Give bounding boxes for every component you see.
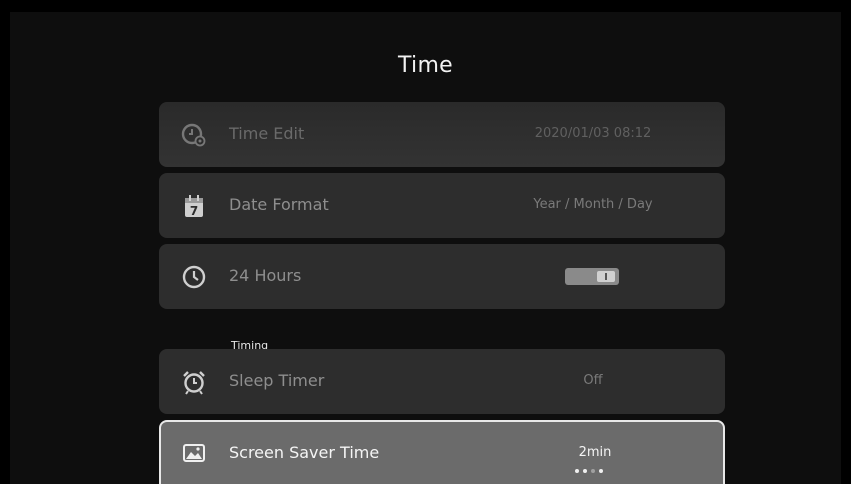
page-dot: [599, 469, 603, 473]
settings-panel: Time Time Edit 2020/01/03 08:12 7 Date F…: [10, 12, 841, 484]
time-edit-label: Time Edit: [229, 124, 305, 143]
screen-saver-time-label: Screen Saver Time: [229, 443, 380, 462]
screen: Time Time Edit 2020/01/03 08:12 7 Date F…: [0, 0, 851, 484]
24-hours-toggle[interactable]: [565, 268, 619, 285]
toggle-knob: [597, 271, 615, 282]
date-format-row[interactable]: 7 Date Format Year / Month / Day: [159, 173, 725, 238]
screen-saver-time-value: 2min: [578, 445, 612, 460]
alarm-clock-icon: [181, 369, 207, 395]
time-edit-value: 2020/01/03 08:12: [534, 126, 652, 141]
page-title: Time: [397, 53, 454, 78]
date-format-label: Date Format: [229, 195, 329, 214]
24-hours-row[interactable]: 24 Hours: [159, 244, 725, 309]
date-format-value: Year / Month / Day: [533, 197, 653, 212]
clock-icon: [181, 264, 207, 290]
time-edit-row: Time Edit 2020/01/03 08:12: [159, 102, 725, 167]
24-hours-label: 24 Hours: [229, 266, 302, 285]
picture-icon: [181, 440, 207, 466]
page-dot: [575, 469, 579, 473]
page-indicator: [575, 469, 603, 473]
clock-gear-icon: [181, 122, 207, 148]
calendar-icon: 7: [181, 193, 207, 219]
sleep-timer-row[interactable]: Sleep Timer Off: [159, 349, 725, 414]
page-dot: [583, 469, 587, 473]
sleep-timer-value: Off: [583, 373, 603, 388]
sleep-timer-label: Sleep Timer: [229, 371, 325, 390]
screen-saver-time-row[interactable]: Screen Saver Time 2min: [159, 420, 725, 484]
page-dot-active: [591, 469, 595, 473]
svg-text:7: 7: [190, 204, 198, 218]
